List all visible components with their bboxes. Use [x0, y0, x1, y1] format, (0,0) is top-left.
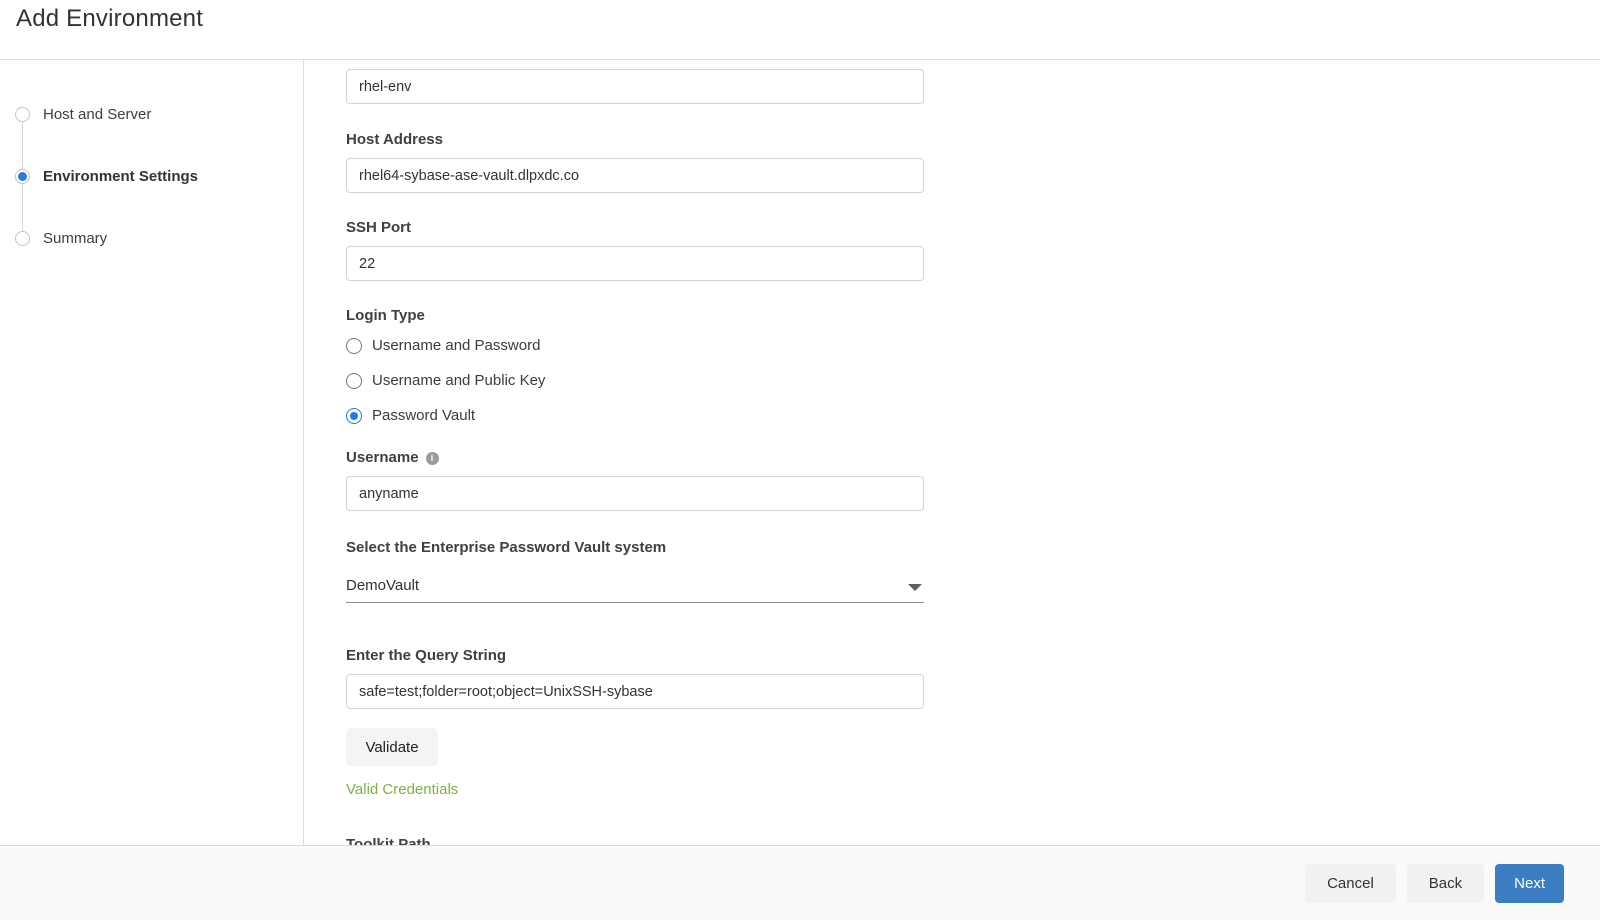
radio-password-vault[interactable]: Password Vault: [346, 398, 924, 433]
host-address-input[interactable]: [346, 158, 924, 193]
page-header: Add Environment: [0, 0, 1600, 60]
validate-button[interactable]: Validate: [346, 728, 438, 766]
wizard-footer: Cancel Back Next: [0, 845, 1600, 920]
environment-name-input[interactable]: [346, 69, 924, 104]
query-string-label: Enter the Query String: [346, 647, 507, 664]
next-button[interactable]: Next: [1495, 863, 1564, 903]
back-button[interactable]: Back: [1406, 863, 1485, 903]
wizard-stepper: Host and Server Environment Settings Sum…: [0, 60, 304, 845]
stepper-step-summary[interactable]: Summary: [0, 207, 303, 269]
stepper-step-environment-settings[interactable]: Environment Settings: [0, 145, 303, 207]
radio-label: Username and Password: [372, 337, 541, 354]
step-label: Host and Server: [43, 105, 152, 123]
vault-system-label: Select the Enterprise Password Vault sys…: [346, 539, 667, 556]
cancel-button[interactable]: Cancel: [1305, 863, 1396, 903]
ssh-port-input[interactable]: [346, 246, 924, 281]
step-circle-active-icon: [15, 168, 30, 184]
query-string-input[interactable]: [346, 674, 924, 709]
step-label: Summary: [43, 229, 108, 247]
wizard-content: Host and Server Environment Settings Sum…: [0, 60, 1600, 845]
radio-label: Username and Public Key: [372, 372, 546, 389]
username-input[interactable]: [346, 476, 924, 511]
stepper-step-host-and-server[interactable]: Host and Server: [0, 83, 303, 145]
radio-username-and-password[interactable]: Username and Password: [346, 328, 924, 363]
radio-checked-icon: [346, 407, 362, 424]
toolkit-path-label-clipped: Toolkit Path: [346, 836, 431, 845]
environment-settings-form: Host Address SSH Port Login Type Usernam…: [346, 60, 924, 845]
validation-status: Valid Credentials: [346, 781, 459, 798]
login-type-radio-group: Username and Password Username and Publi…: [346, 328, 924, 433]
ssh-port-label: SSH Port: [346, 219, 412, 236]
radio-unchecked-icon: [346, 337, 362, 354]
page-title: Add Environment: [16, 5, 204, 32]
step-circle-icon: [15, 106, 30, 122]
username-label: Username: [346, 449, 419, 466]
radio-username-and-public-key[interactable]: Username and Public Key: [346, 363, 924, 398]
step-label: Environment Settings: [43, 167, 199, 185]
vault-select-value: DemoVault: [346, 577, 420, 594]
vault-select[interactable]: DemoVault: [346, 571, 924, 603]
login-type-label: Login Type: [346, 307, 425, 324]
host-address-label: Host Address: [346, 131, 443, 148]
chevron-down-icon: [908, 584, 922, 591]
radio-unchecked-icon: [346, 372, 362, 389]
info-icon[interactable]: [425, 451, 439, 465]
step-circle-icon: [15, 230, 30, 246]
radio-label: Password Vault: [372, 407, 476, 424]
